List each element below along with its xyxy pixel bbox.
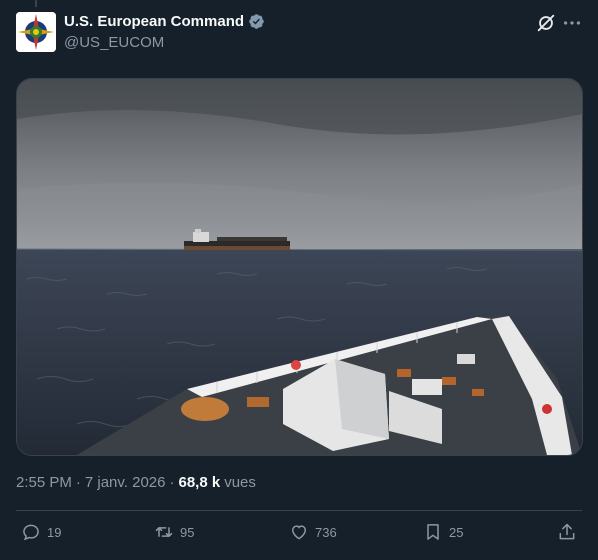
meta-separator: · — [75, 474, 81, 491]
reply-count: 19 — [47, 524, 62, 540]
share-button[interactable] — [557, 522, 577, 542]
more-options-icon[interactable] — [561, 12, 583, 34]
views-label: vues — [224, 474, 256, 491]
post-metadata: 2:55 PM · 7 janv. 2026 · 68,8 k vues — [16, 474, 256, 491]
like-icon — [291, 525, 307, 540]
grok-icon[interactable] — [535, 12, 557, 34]
display-name[interactable]: U.S. European Command — [64, 13, 244, 30]
like-button[interactable]: 736 — [289, 522, 337, 542]
meta-separator-2: · — [169, 474, 175, 491]
photo-ship-at-sea — [17, 79, 582, 455]
bookmark-count: 25 — [449, 524, 464, 540]
account-handle[interactable]: @US_EUCOM — [64, 34, 164, 51]
reply-icon — [23, 524, 39, 541]
repost-button[interactable]: 95 — [154, 522, 194, 542]
views-count: 68,8 k — [178, 474, 221, 491]
post-time[interactable]: 2:55 PM — [16, 474, 72, 491]
verified-badge-icon — [249, 14, 264, 29]
thread-line — [35, 0, 37, 7]
share-icon — [559, 523, 575, 540]
bookmark-icon — [427, 524, 439, 540]
repost-count: 95 — [180, 524, 195, 540]
post-date[interactable]: 7 janv. 2026 — [85, 474, 166, 491]
like-count: 736 — [315, 524, 337, 540]
action-bar: 19 95 736 25 — [0, 522, 598, 550]
repost-icon — [155, 527, 173, 537]
reply-button[interactable]: 19 — [21, 522, 61, 542]
bookmark-button[interactable]: 25 — [423, 522, 463, 542]
avatar[interactable] — [16, 12, 56, 52]
display-name-row[interactable]: U.S. European Command — [64, 13, 265, 30]
divider — [16, 510, 582, 511]
eucom-logo — [16, 12, 56, 52]
post-photo[interactable] — [16, 78, 583, 456]
